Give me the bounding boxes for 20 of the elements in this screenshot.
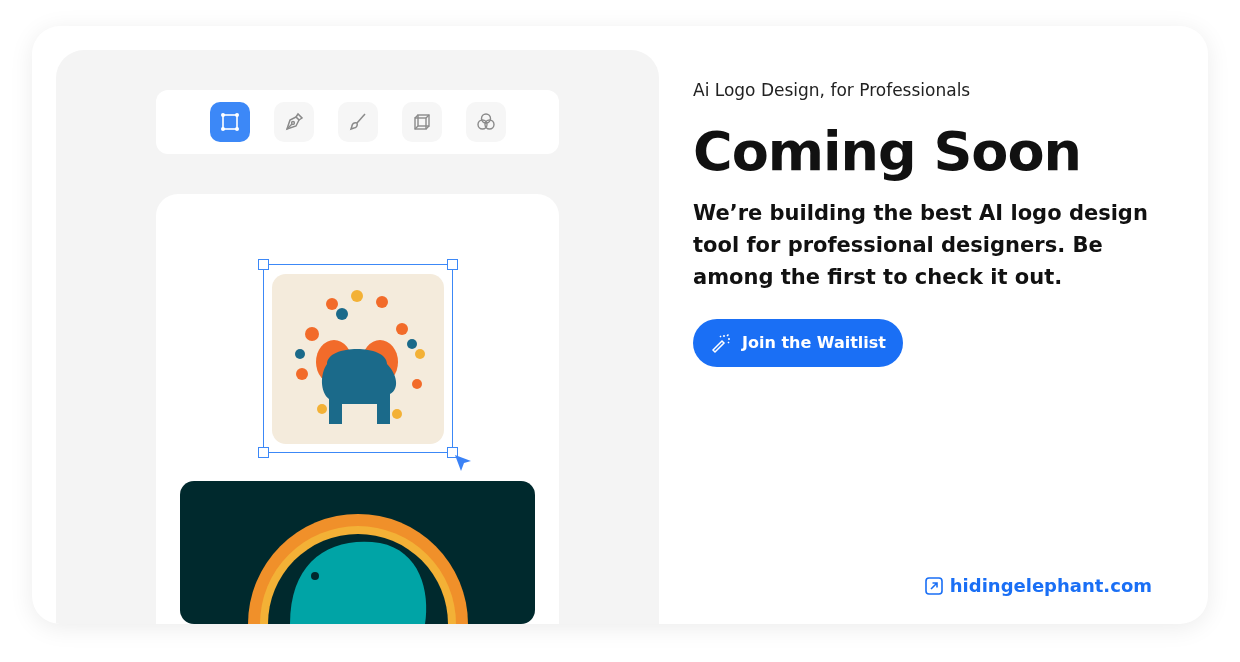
blend-tool-button[interactable] bbox=[465, 102, 506, 142]
resize-handle[interactable] bbox=[257, 259, 269, 270]
selection-icon bbox=[218, 111, 241, 133]
overlapping-circles-icon bbox=[474, 111, 497, 133]
magic-wand-icon bbox=[710, 331, 732, 354]
website-link[interactable]: hidingelephant.com bbox=[923, 575, 1152, 596]
resize-handle[interactable] bbox=[446, 447, 458, 458]
resize-handle[interactable] bbox=[446, 259, 458, 270]
join-waitlist-button[interactable]: Join the Waitlist bbox=[693, 318, 903, 367]
cursor-arrow-icon bbox=[452, 453, 473, 473]
tagline: Ai Logo Design, for Professionals bbox=[693, 80, 971, 100]
external-link-icon bbox=[923, 575, 944, 596]
select-tool-button[interactable] bbox=[209, 102, 250, 142]
description: We’re building the best AI logo design tool for professional designers. Be among the first to check it out. bbox=[693, 199, 1149, 291]
selection-frame[interactable] bbox=[262, 264, 453, 453]
cube-tool-button[interactable] bbox=[401, 102, 442, 142]
pen-tool-button[interactable] bbox=[273, 102, 314, 142]
brush-tool-button[interactable] bbox=[337, 102, 378, 142]
heading: Coming Soon bbox=[693, 120, 1081, 185]
resize-handle[interactable] bbox=[257, 447, 269, 458]
